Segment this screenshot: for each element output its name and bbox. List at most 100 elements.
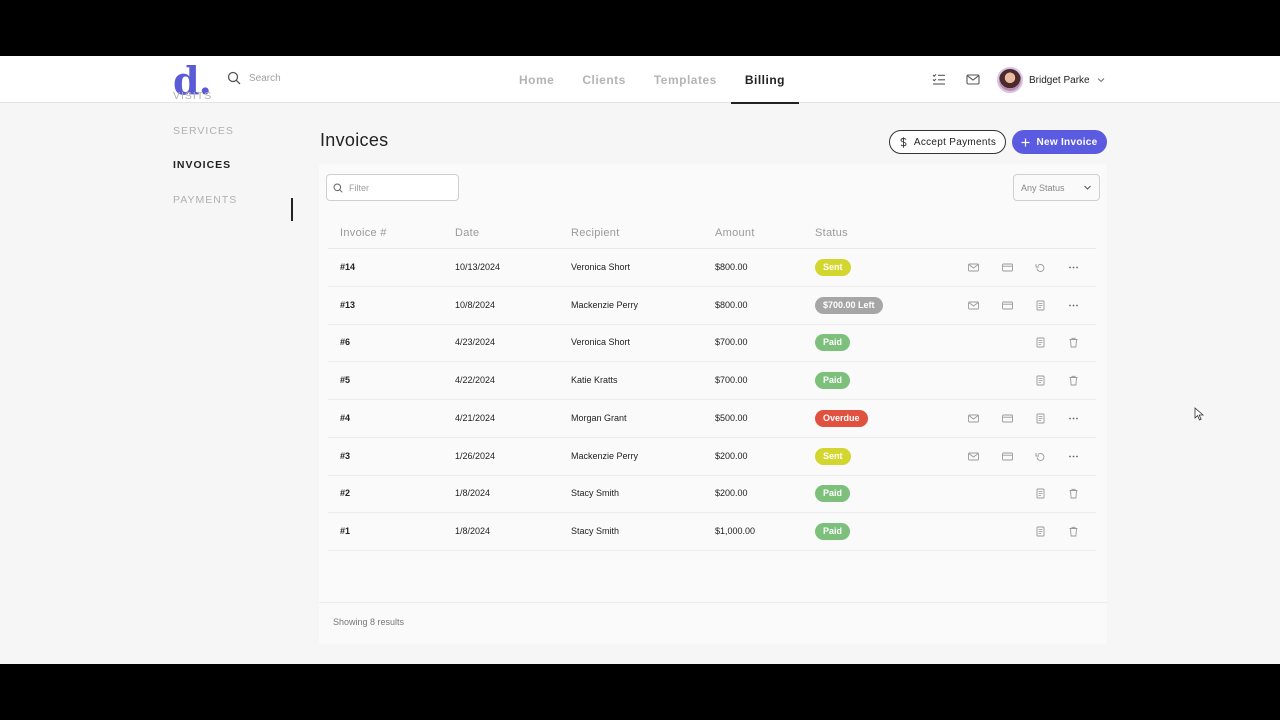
col-date[interactable]: Date	[455, 227, 479, 239]
nav-home[interactable]: Home	[505, 56, 568, 103]
avatar	[997, 67, 1023, 93]
table-row[interactable]: #5 4/22/2024 Katie Kratts $700.00 Paid	[328, 362, 1096, 401]
invoice-date: 1/8/2024	[455, 488, 491, 499]
nav-templates[interactable]: Templates	[640, 56, 731, 103]
trash-icon[interactable]	[1068, 526, 1079, 537]
dollar-icon	[900, 136, 907, 148]
undo-icon[interactable]	[1035, 451, 1046, 462]
chevron-down-icon	[1084, 185, 1091, 190]
card-icon[interactable]	[1002, 262, 1013, 273]
trash-icon[interactable]	[1068, 375, 1079, 386]
invoice-number[interactable]: #3	[340, 451, 350, 461]
table-row[interactable]: #2 1/8/2024 Stacy Smith $200.00 Paid	[328, 475, 1096, 514]
mouse-cursor-icon	[1194, 407, 1204, 421]
main-nav: Home Clients Templates Billing	[505, 56, 800, 104]
receipt-icon[interactable]	[1035, 337, 1046, 348]
invoice-recipient: Mackenzie Perry	[571, 450, 639, 461]
mail-icon[interactable]	[966, 72, 980, 86]
status-badge: Paid	[815, 485, 851, 503]
user-menu[interactable]: Bridget Parke	[997, 67, 1106, 93]
invoice-date: 4/22/2024	[455, 375, 496, 386]
more-icon[interactable]	[1068, 413, 1079, 424]
receipt-icon[interactable]	[1035, 526, 1046, 537]
plus-icon	[1021, 138, 1030, 146]
sidebar-item-invoices[interactable]: INVOICES	[173, 155, 237, 190]
search-input[interactable]: Search	[249, 73, 281, 84]
invoice-amount: $800.00	[715, 299, 748, 310]
invoice-date: 4/21/2024	[455, 412, 496, 423]
receipt-icon[interactable]	[1035, 375, 1046, 386]
invoice-number[interactable]: #1	[340, 526, 350, 536]
table-row[interactable]: #3 1/26/2024 Mackenzie Perry $200.00 Sent	[328, 438, 1096, 476]
invoice-amount: $200.00	[715, 450, 748, 461]
mail-icon[interactable]	[968, 413, 979, 424]
more-icon[interactable]	[1068, 300, 1079, 311]
status-dropdown-value: Any Status	[1021, 182, 1065, 193]
invoice-date: 10/13/2024	[455, 262, 501, 272]
nav-clients[interactable]: Clients	[568, 56, 640, 103]
table-row[interactable]: #1 1/8/2024 Stacy Smith $1,000.00 Paid	[328, 513, 1096, 551]
invoice-number[interactable]: #5	[340, 375, 350, 385]
invoice-recipient: Veronica Short	[571, 262, 631, 272]
status-dropdown[interactable]: Any Status	[1013, 174, 1100, 201]
nav-billing[interactable]: Billing	[730, 56, 800, 104]
col-status[interactable]: Status	[815, 227, 848, 239]
mail-icon[interactable]	[968, 451, 979, 462]
invoice-recipient: Veronica Short	[571, 337, 631, 348]
search-icon	[333, 183, 343, 193]
invoice-number[interactable]: #4	[340, 413, 350, 423]
receipt-icon[interactable]	[1035, 488, 1046, 499]
card-icon[interactable]	[1002, 413, 1013, 424]
invoice-date: 4/23/2024	[455, 337, 496, 348]
new-invoice-button[interactable]: New Invoice	[1012, 130, 1107, 154]
top-icons	[932, 72, 980, 86]
invoice-amount: $700.00	[715, 375, 748, 386]
receipt-icon[interactable]	[1035, 300, 1046, 311]
status-badge: $700.00 Left	[815, 296, 883, 314]
checklist-icon[interactable]	[932, 72, 946, 86]
user-name: Bridget Parke	[1029, 74, 1090, 86]
col-amount[interactable]: Amount	[715, 227, 755, 239]
invoice-date: 1/8/2024	[455, 525, 491, 536]
invoice-number[interactable]: #6	[340, 337, 350, 347]
invoice-number[interactable]: #14	[340, 262, 355, 272]
invoice-number[interactable]: #2	[340, 488, 350, 498]
app-window: d. Search Home Clients Templates Billing…	[0, 56, 1280, 664]
status-badge: Paid	[815, 522, 851, 540]
table-row[interactable]: #14 10/13/2024 Veronica Short $800.00 Sent	[328, 249, 1096, 287]
more-icon[interactable]	[1068, 262, 1079, 273]
table-row[interactable]: #4 4/21/2024 Morgan Grant $500.00 Overdue	[328, 400, 1096, 438]
card-icon[interactable]	[1002, 451, 1013, 462]
invoice-number[interactable]: #13	[340, 300, 355, 310]
filter-placeholder: Filter	[349, 182, 369, 193]
accept-payments-button[interactable]: Accept Payments	[889, 130, 1006, 154]
search-box[interactable]: Search	[227, 71, 281, 85]
col-recipient[interactable]: Recipient	[571, 227, 620, 239]
invoice-recipient: Katie Kratts	[571, 375, 618, 386]
card-icon[interactable]	[1002, 300, 1013, 311]
sidebar-item-services[interactable]: SERVICES	[173, 121, 237, 156]
trash-icon[interactable]	[1068, 488, 1079, 499]
sidebar-item-payments[interactable]: PAYMENTS	[173, 190, 237, 225]
sidebar-item-visits[interactable]: VISITS	[173, 86, 237, 121]
more-icon[interactable]	[1068, 451, 1079, 462]
receipt-icon[interactable]	[1035, 413, 1046, 424]
chevron-down-icon	[1097, 78, 1104, 83]
filter-input[interactable]: Filter	[326, 174, 459, 201]
status-badge: Sent	[815, 447, 851, 465]
col-invoice[interactable]: Invoice #	[340, 227, 387, 239]
mail-icon[interactable]	[968, 300, 979, 311]
mail-icon[interactable]	[968, 262, 979, 273]
page-title: Invoices	[320, 130, 389, 150]
status-badge: Sent	[815, 259, 851, 276]
undo-icon[interactable]	[1035, 262, 1046, 273]
invoice-date: 10/8/2024	[455, 299, 496, 310]
divider	[319, 602, 1107, 603]
table-row[interactable]: #6 4/23/2024 Veronica Short $700.00 Paid	[328, 324, 1096, 363]
table-row[interactable]: #13 10/8/2024 Mackenzie Perry $800.00 $700.0…	[328, 287, 1096, 325]
invoice-recipient: Morgan Grant	[571, 412, 627, 423]
status-badge: Overdue	[815, 409, 868, 427]
trash-icon[interactable]	[1068, 337, 1079, 348]
invoice-recipient: Mackenzie Perry	[571, 299, 639, 310]
results-count: Showing 8 results	[333, 617, 405, 627]
